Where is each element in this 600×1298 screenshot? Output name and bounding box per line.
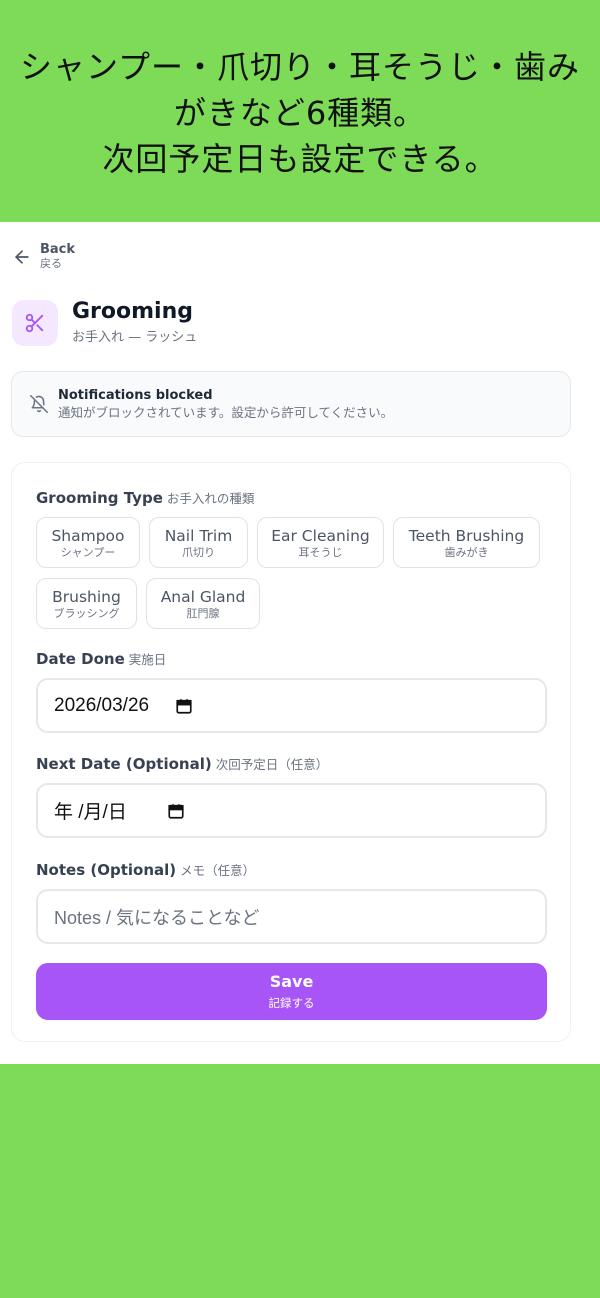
- next-date-label: Next Date (Optional) 次回予定日（任意）: [36, 754, 328, 773]
- date-done-label-ja: 実施日: [128, 652, 167, 667]
- notice-body: 通知がブロックされています。設定から許可してください。: [58, 405, 394, 420]
- banner-line-1: シャンプー・爪切り・耳そうじ・歯み: [19, 48, 581, 86]
- notes-label-ja: メモ（任意）: [180, 863, 256, 878]
- notes-label: Notes (Optional) メモ（任意）: [36, 860, 255, 879]
- type-option-teeth-brushing[interactable]: Teeth Brushing 歯みがき: [393, 517, 540, 568]
- option-label-ja: シャンプー: [60, 545, 116, 559]
- date-done-value: 2026/03/26: [54, 694, 150, 716]
- header-icon-box: [12, 299, 58, 346]
- grooming-type-label-en: Grooming Type: [36, 489, 163, 507]
- arrow-left-icon: [15, 249, 29, 264]
- next-date-value: 年 /月/日: [54, 802, 127, 823]
- calendar-icon[interactable]: [175, 697, 193, 715]
- page-header: Grooming お手入れ — ラッシュ: [12, 298, 197, 347]
- type-option-nail-trim[interactable]: Nail Trim 爪切り: [149, 517, 248, 568]
- notice-title: Notifications blocked: [58, 388, 213, 403]
- back-button[interactable]: Back 戻る: [12, 242, 75, 271]
- option-label: Anal Gland: [160, 587, 246, 606]
- next-date-label-en: Next Date (Optional): [36, 755, 212, 773]
- option-label: Shampoo: [51, 526, 125, 545]
- bell-off-icon: [30, 395, 48, 413]
- option-label: Teeth Brushing: [408, 526, 525, 545]
- type-option-anal-gland[interactable]: Anal Gland 肛門腺: [146, 578, 260, 629]
- save-label: Save: [269, 972, 314, 991]
- page-subtitle: お手入れ — ラッシュ: [72, 330, 198, 345]
- type-option-brushing[interactable]: Brushing ブラッシング: [36, 578, 137, 629]
- banner-line-3: 次回予定日も設定できる。: [102, 140, 498, 178]
- grooming-type-label: Grooming Type お手入れの種類: [36, 488, 254, 507]
- back-label: Back: [40, 242, 76, 257]
- option-label-ja: 歯みがき: [444, 545, 489, 559]
- type-option-shampoo[interactable]: Shampoo シャンプー: [36, 517, 140, 568]
- banner-line-2: がきなど6種類。: [173, 94, 427, 132]
- grooming-type-label-ja: お手入れの種類: [166, 491, 255, 506]
- page-title: Grooming: [72, 299, 194, 324]
- option-label-ja: 肛門腺: [186, 606, 220, 620]
- notes-placeholder: Notes / 気になることなど: [54, 907, 260, 928]
- notes-input[interactable]: Notes / 気になることなど: [36, 889, 547, 944]
- promo-banner: シャンプー・爪切り・耳そうじ・歯み がきなど6種類。 次回予定日も設定できる。: [0, 0, 600, 222]
- next-date-input[interactable]: 年 /月/日: [36, 783, 547, 838]
- option-label-ja: 爪切り: [182, 545, 215, 559]
- option-label: Brushing: [52, 587, 121, 606]
- app-screen: Back 戻る Grooming お手入れ — ラッシュ Notificatio…: [0, 222, 600, 1064]
- option-label: Ear Cleaning: [271, 526, 370, 545]
- option-label-ja: ブラッシング: [53, 606, 120, 620]
- date-done-input[interactable]: 2026/03/26: [36, 678, 547, 733]
- save-button[interactable]: Save 記録する: [36, 963, 547, 1020]
- scissors-icon: [25, 313, 44, 332]
- calendar-icon[interactable]: [167, 802, 185, 820]
- notification-blocked-banner: Notifications blocked 通知がブロックされています。設定から…: [11, 371, 571, 437]
- date-done-label-en: Date Done: [36, 650, 125, 668]
- date-done-label: Date Done 実施日: [36, 649, 166, 668]
- notes-label-en: Notes (Optional): [36, 861, 177, 879]
- save-label-ja: 記録する: [268, 996, 315, 1010]
- back-label-ja: 戻る: [40, 257, 62, 270]
- type-option-ear-cleaning[interactable]: Ear Cleaning 耳そうじ: [257, 517, 384, 568]
- option-label: Nail Trim: [164, 526, 233, 545]
- next-date-label-ja: 次回予定日（任意）: [215, 757, 329, 772]
- grooming-form: Grooming Type お手入れの種類 Shampoo シャンプー Nail …: [11, 462, 571, 1042]
- option-label-ja: 耳そうじ: [298, 545, 343, 559]
